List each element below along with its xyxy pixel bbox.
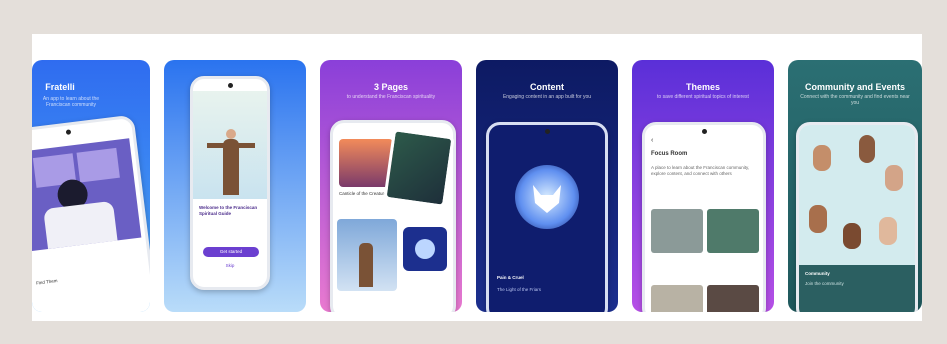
wolf-tile: [403, 227, 447, 271]
phone-mockup: ‹ Focus Room A place to learn about the …: [642, 122, 766, 312]
card-subtitle: to save different spiritual topics of in…: [657, 94, 749, 100]
theme-tile-1[interactable]: [651, 209, 703, 253]
phone-mockup: Find Them: [32, 114, 150, 312]
phone-caption: Find Them: [35, 278, 58, 286]
camera-dot: [702, 129, 707, 134]
floating-image: [383, 128, 455, 208]
illustration-window: [32, 138, 142, 252]
camera-dot: [228, 83, 233, 88]
screenshot-card-1[interactable]: Fratelli An app to learn about the Franc…: [32, 60, 150, 312]
welcome-text: Welcome to the Franciscan Spiritual Guid…: [199, 205, 258, 216]
phone-body: The Light of the Friars: [497, 287, 542, 292]
card-title: 3 Pages: [373, 82, 409, 92]
phone-mockup: Community Join the community: [796, 122, 918, 312]
theme-tile-2[interactable]: [707, 209, 759, 253]
illustration-hands: [799, 125, 915, 265]
community-panel: Community Join the community: [799, 265, 915, 312]
phone-title: Focus Room: [651, 151, 688, 157]
screenshot-card-5[interactable]: Themes to save different spiritual topic…: [632, 60, 774, 312]
screenshot-card-2[interactable]: Welcome to the Franciscan Spiritual Guid…: [164, 60, 306, 312]
screenshot-gallery: Fratelli An app to learn about the Franc…: [32, 34, 922, 321]
screenshot-card-4[interactable]: Content Engaging content in an app built…: [476, 60, 618, 312]
phone-caption: Community: [805, 271, 830, 276]
image-sunset: [339, 139, 393, 187]
card-title: Content: [530, 82, 564, 92]
phone-body: A place to learn about the Franciscan co…: [651, 165, 750, 176]
screenshot-card-3[interactable]: 3 Pages to understand the Franciscan spi…: [320, 60, 462, 312]
back-arrow-icon[interactable]: ‹: [651, 137, 653, 144]
theme-tile-4[interactable]: [707, 285, 759, 312]
card-title: Fratelli: [45, 82, 75, 92]
skip-link[interactable]: Skip: [193, 263, 267, 269]
card-subtitle: Connect with the community and find even…: [800, 94, 910, 106]
wolf-icon: [515, 165, 579, 229]
theme-tile-3[interactable]: [651, 285, 703, 312]
illustration-saint: [193, 91, 267, 199]
get-started-button[interactable]: Get started: [203, 247, 259, 257]
screenshot-card-6[interactable]: Community and Events Connect with the co…: [788, 60, 922, 312]
camera-dot: [545, 129, 550, 134]
phone-mockup: Welcome to the Franciscan Spiritual Guid…: [190, 76, 270, 290]
card-title: Community and Events: [804, 82, 905, 92]
camera-dot: [65, 129, 72, 135]
phone-caption: Pain & Cruel: [497, 275, 524, 280]
phone-body: Join the community: [805, 281, 844, 286]
card-subtitle: An app to learn about the Franciscan com…: [42, 96, 100, 108]
phone-mockup: Pain & Cruel The Light of the Friars: [486, 122, 608, 312]
card-title: Themes: [685, 82, 720, 92]
card-subtitle: to understand the Franciscan spiritualit…: [346, 94, 436, 100]
card-subtitle: Engaging content in an app built for you: [502, 94, 592, 100]
image-saint: [337, 219, 397, 291]
